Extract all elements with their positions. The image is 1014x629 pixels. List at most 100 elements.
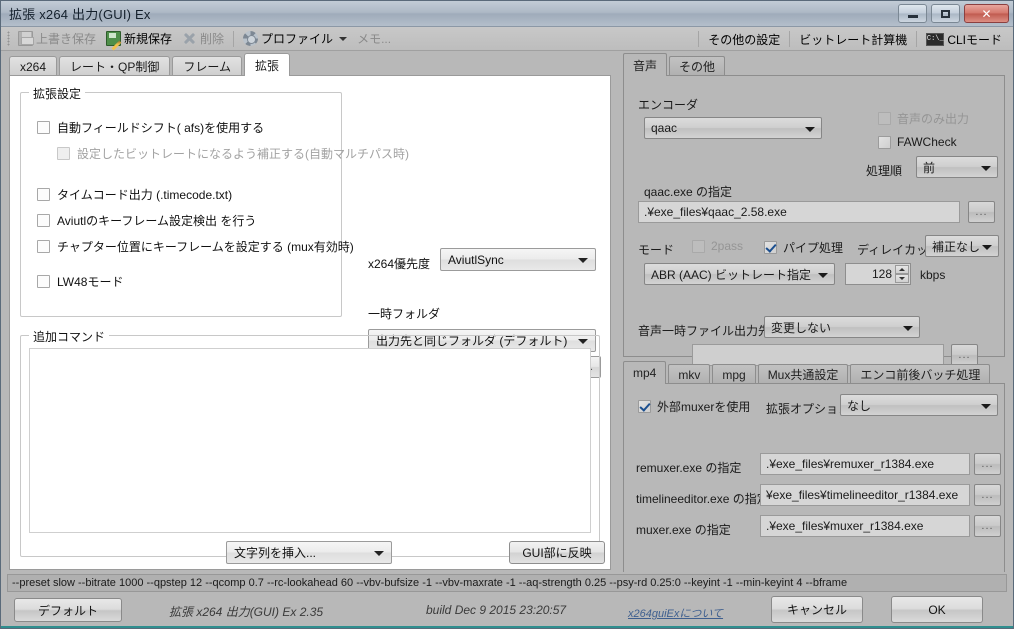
cli-mode-button[interactable]: C:\_ CLIモード: [921, 29, 1007, 49]
maximize-button[interactable]: [931, 4, 960, 23]
checkbox-use-external-muxer[interactable]: 外部muxerを使用: [638, 398, 750, 415]
timelineeditor-exe-input[interactable]: ¥exe_files¥timelineeditor_r1384.exe: [760, 484, 970, 506]
stepper-down-button[interactable]: [895, 274, 909, 283]
command-line-preview[interactable]: --preset slow --bitrate 1000 --qpstep 12…: [7, 574, 1007, 592]
insert-string-combo[interactable]: 文字列を挿入...: [226, 541, 392, 564]
checkbox-afs[interactable]: 自動フィールドシフト( afs)を使用する: [37, 119, 264, 136]
checkbox-2pass-box[interactable]: [692, 239, 705, 253]
tab-mp4[interactable]: mp4: [623, 361, 667, 384]
tab-audio-other[interactable]: その他: [669, 56, 726, 76]
audio-temp-output-label: 音声一時ファイル出力先: [638, 324, 771, 338]
save-button[interactable]: 上書き保存: [13, 29, 101, 49]
checkbox-lw48-mode-label: LW48モード: [57, 275, 124, 289]
bitrate-stepper[interactable]: 128: [845, 263, 911, 285]
toolbar-separator-3: [789, 31, 791, 47]
checkbox-afs-box[interactable]: [37, 121, 50, 134]
cli-terminal-icon: C:\_: [926, 32, 945, 46]
encoder-exe-input[interactable]: .¥exe_files¥qaac_2.58.exe: [638, 201, 960, 223]
bitrate-stepper-arrows[interactable]: [895, 265, 909, 283]
tab-mpg[interactable]: mpg: [712, 364, 756, 384]
tab-x264-label: x264: [20, 59, 47, 74]
checkbox-audio-only-output[interactable]: 音声のみ出力: [878, 110, 969, 127]
ext-option-combo[interactable]: なし: [840, 394, 998, 416]
additional-command-textarea[interactable]: [29, 348, 591, 533]
close-button[interactable]: ✕: [964, 4, 1009, 23]
profile-menu-button[interactable]: プロファイル: [238, 29, 352, 49]
tab-rate-qp-control[interactable]: レート・QP制御: [59, 56, 171, 76]
priority-combo[interactable]: AviutlSync: [440, 248, 596, 271]
checkbox-aviutl-keyframe-detect[interactable]: Aviutlのキーフレーム設定検出 を行う: [37, 212, 256, 229]
muxer-exe-browse-button[interactable]: ...: [974, 515, 1001, 537]
checkbox-fawcheck[interactable]: FAWCheck: [878, 135, 957, 149]
tab-extended[interactable]: 拡張: [244, 53, 291, 76]
encoder-exe-browse-button[interactable]: ...: [968, 201, 995, 223]
bitrate-calculator-label: ビットレート計算機: [799, 32, 908, 47]
tab-mux-common-settings[interactable]: Mux共通設定: [757, 364, 849, 384]
delaycut-combo[interactable]: 補正なし: [925, 235, 999, 257]
additional-command-group-title: 追加コマンド: [29, 328, 110, 345]
muxer-tab-strip: mp4 mkv mpg Mux共通設定 エンコ前後バッチ処理: [623, 361, 992, 384]
process-order-combo[interactable]: 前: [916, 156, 998, 178]
tab-pre-post-batch[interactable]: エンコ前後バッチ処理: [850, 364, 991, 384]
checkbox-fawcheck-label: FAWCheck: [897, 135, 957, 149]
checkbox-aviutl-keyframe-detect-box[interactable]: [37, 214, 50, 227]
tab-audio[interactable]: 音声: [623, 53, 668, 76]
checkbox-bitrate-correction-box[interactable]: [57, 147, 70, 160]
checkbox-pipe-processing-box[interactable]: [764, 241, 777, 254]
checkbox-2pass[interactable]: 2pass: [692, 239, 743, 253]
checkbox-chapter-keyframe[interactable]: チャプター位置にキーフレームを設定する (mux有効時): [37, 238, 354, 255]
left-column: x264 レート・QP制御 フレーム 拡張 拡張設定 自動フィールドシフト(a…: [1, 51, 617, 572]
ext-option-label: 拡張オプション: [766, 402, 851, 416]
encoder-combo[interactable]: qaac: [644, 117, 822, 139]
checkbox-lw48-mode[interactable]: LW48モード: [37, 273, 123, 290]
accent-underline: [1, 626, 1013, 628]
tab-x264[interactable]: x264: [9, 56, 58, 76]
remuxer-exe-value: .¥exe_files¥remuxer_r1384.exe: [766, 457, 935, 471]
gear-icon: [243, 31, 259, 46]
delete-button[interactable]: 削除: [177, 29, 229, 49]
muxer-exe-input[interactable]: .¥exe_files¥muxer_r1384.exe: [760, 515, 970, 537]
save-as-button[interactable]: 新規保存: [101, 29, 177, 49]
checkbox-timecode-output[interactable]: タイムコード出力 (.timecode.txt): [37, 186, 232, 203]
checkbox-chapter-keyframe-label: チャプター位置にキーフレームを設定する (mux有効時): [57, 240, 354, 254]
tab-frame[interactable]: フレーム: [172, 56, 243, 76]
checkbox-lw48-mode-box[interactable]: [37, 275, 50, 288]
chevron-down-icon: [339, 36, 348, 41]
priority-label: x264優先度: [368, 257, 431, 271]
save-as-button-label: 新規保存: [124, 32, 173, 46]
remuxer-exe-input[interactable]: .¥exe_files¥remuxer_r1384.exe: [760, 453, 970, 475]
timelineeditor-exe-browse-label: ...: [981, 489, 994, 501]
other-settings-button[interactable]: その他の設定: [703, 29, 785, 49]
toolbar-separator-4: [916, 31, 918, 47]
tab-mkv[interactable]: mkv: [668, 364, 711, 384]
memo-button[interactable]: メモ...: [352, 29, 396, 49]
minimize-button[interactable]: [898, 4, 927, 23]
remuxer-exe-browse-button[interactable]: ...: [974, 453, 1001, 475]
tab-audio-label: 音声: [633, 58, 658, 73]
checkbox-timecode-output-box[interactable]: [37, 188, 50, 201]
timelineeditor-exe-browse-button[interactable]: ...: [974, 484, 1001, 506]
tab-rate-qp-control-label: レート・QP制御: [70, 60, 160, 74]
bitrate-calculator-button[interactable]: ビットレート計算機: [794, 29, 912, 49]
checkbox-bitrate-correction[interactable]: 設定したビットレートになるよう補正する(自動マルチパス時): [57, 145, 409, 162]
encoder-exe-label: qaac.exe の指定: [644, 185, 733, 199]
cancel-button-label: キャンセル: [786, 603, 847, 617]
apply-to-gui-button[interactable]: GUI部に反映: [509, 541, 605, 564]
about-link[interactable]: x264guiExについて: [628, 605, 723, 621]
toolbar-separator-2: [698, 31, 700, 47]
profile-menu-label: プロファイル: [261, 32, 334, 46]
cancel-button[interactable]: キャンセル: [771, 596, 863, 623]
stepper-up-button[interactable]: [895, 265, 909, 274]
checkbox-fawcheck-box[interactable]: [878, 135, 891, 149]
app-window: 拡張 x264 出力(GUI) Ex ✕ 上書き保存 新規保存 削除 プロファイ…: [0, 0, 1014, 629]
toolbar-grip[interactable]: [7, 31, 10, 46]
default-button[interactable]: デフォルト: [14, 598, 122, 622]
checkbox-pipe-processing[interactable]: パイプ処理: [764, 239, 843, 256]
bitrate-mode-combo[interactable]: ABR (AAC) ビットレート指定: [644, 263, 835, 285]
checkbox-use-external-muxer-box[interactable]: [638, 400, 651, 413]
audio-temp-output-combo[interactable]: 変更しない: [764, 316, 920, 338]
checkbox-chapter-keyframe-box[interactable]: [37, 240, 50, 253]
checkbox-audio-only-output-box[interactable]: [878, 112, 891, 125]
ok-button[interactable]: OK: [891, 596, 983, 623]
command-line-text: --preset slow --bitrate 1000 --qpstep 12…: [12, 577, 848, 589]
